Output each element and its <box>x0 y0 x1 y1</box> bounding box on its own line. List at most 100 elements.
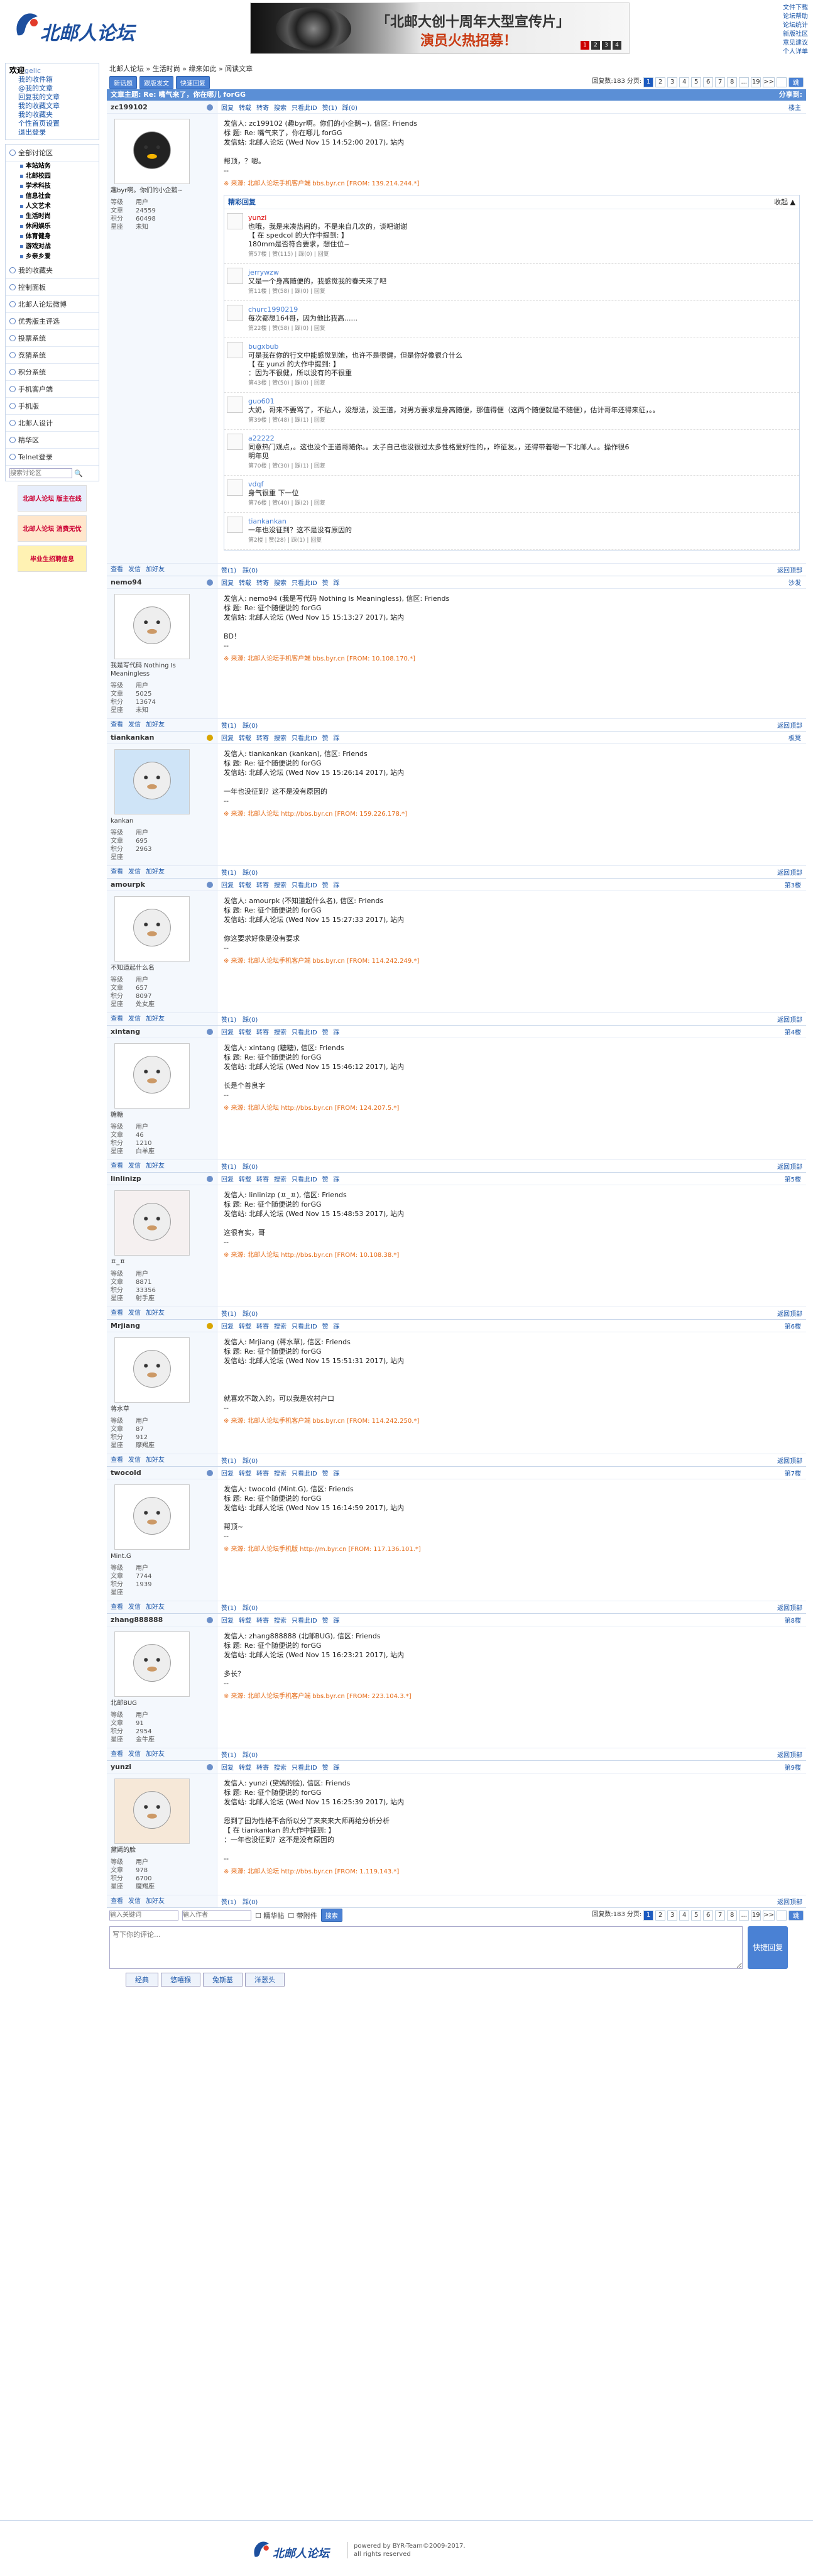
avatar[interactable] <box>114 594 190 659</box>
hot-reply-author[interactable]: yunzi <box>248 213 407 222</box>
post-action[interactable]: 转载 <box>239 1321 251 1330</box>
post-author-name[interactable]: twocold <box>111 1467 141 1479</box>
hot-reply-stats[interactable]: 第22楼 | 赞(58) | 踩(0) | 回复 <box>248 324 357 334</box>
checkbox-digest[interactable]: ☐ 精华帖 <box>255 1910 284 1921</box>
post-action[interactable]: 赞 <box>322 578 329 587</box>
author-link[interactable]: 查看 <box>111 1016 123 1022</box>
post-action[interactable]: 只看此ID <box>292 1468 317 1477</box>
post-author-name[interactable]: Mrjiang <box>111 1320 140 1332</box>
floor-label[interactable]: 楼主 <box>788 102 806 112</box>
post-source[interactable]: ※ 来源: 北邮人论坛手机客户端 bbs.byr.cn [FROM: 114.2… <box>224 1417 800 1426</box>
nav-section[interactable]: 积分系统 <box>6 364 99 381</box>
back-to-top-link[interactable]: 返回顶部 <box>777 1161 806 1171</box>
top-banner[interactable]: 「北邮大创十周年大型宣传片」 演员火热招募！ 1 2 3 4 <box>250 3 630 54</box>
post-action[interactable]: 踩 <box>334 1468 340 1477</box>
dislike-button[interactable]: 踩(0) <box>243 1603 258 1612</box>
dislike-button[interactable]: 踩(0) <box>243 565 258 574</box>
hot-reply-stats[interactable]: 第11楼 | 赞(58) | 踩(0) | 回复 <box>248 287 386 297</box>
back-to-top-link[interactable]: 返回顶部 <box>777 1014 806 1024</box>
post-action[interactable]: 踩 <box>334 880 340 889</box>
user-link[interactable]: 个性首页设置 <box>9 119 95 128</box>
post-author[interactable]: twocold <box>107 1467 217 1479</box>
author-link[interactable]: 发信 <box>128 1898 141 1905</box>
post-author-name[interactable]: zhang888888 <box>111 1614 163 1626</box>
hot-reply-avatar[interactable] <box>227 213 243 229</box>
search-icon[interactable]: 🔍 <box>74 469 83 478</box>
banner-dot[interactable]: 4 <box>613 41 621 50</box>
footer-logo[interactable]: 北邮人论坛 <box>251 2538 339 2563</box>
post-source[interactable]: ※ 来源: 北邮人论坛 http://bbs.byr.cn [FROM: 159… <box>224 809 800 819</box>
post-action[interactable]: 回复 <box>221 102 234 112</box>
author-link[interactable]: 加好友 <box>146 1898 165 1905</box>
post-action[interactable]: 转载 <box>239 1615 251 1625</box>
author-link[interactable]: 查看 <box>111 869 123 875</box>
author-link[interactable]: 发信 <box>128 566 141 573</box>
avatar[interactable] <box>114 749 190 814</box>
top-link[interactable]: 文件下载 <box>783 4 808 11</box>
author-link[interactable]: 发信 <box>128 869 141 875</box>
post-action[interactable]: 搜索 <box>274 1468 286 1477</box>
like-button[interactable]: 赞(1) <box>221 867 236 877</box>
post-action[interactable]: 搜索 <box>274 102 286 112</box>
author-link[interactable]: 加好友 <box>146 869 165 875</box>
hot-reply-stats[interactable]: 第76楼 | 赞(40) | 踩(2) | 回复 <box>248 499 325 508</box>
avatar[interactable] <box>114 1043 190 1109</box>
hot-reply-stats[interactable]: 第70楼 | 赞(30) | 踩(1) | 回复 <box>248 462 630 471</box>
post-action[interactable]: 只看此ID <box>292 880 317 889</box>
post-action[interactable]: 赞 <box>322 733 329 742</box>
post-author-name[interactable]: yunzi <box>111 1761 131 1773</box>
nav-section[interactable]: 北邮人设计 <box>6 415 99 432</box>
hot-reply-avatar[interactable] <box>227 268 243 284</box>
toolbar-button[interactable]: 跟版发文 <box>139 75 173 89</box>
author-link[interactable]: 加好友 <box>146 1016 165 1022</box>
post-action[interactable]: 回复 <box>221 1027 234 1036</box>
back-to-top-link[interactable]: 返回顶部 <box>777 565 806 574</box>
nav-subitem[interactable]: 生活时尚 <box>6 212 99 222</box>
post-action[interactable]: 赞 <box>322 1468 329 1477</box>
hot-reply-avatar[interactable] <box>227 517 243 533</box>
author-link[interactable]: 查看 <box>111 1310 123 1317</box>
post-author[interactable]: zhang888888 <box>107 1614 217 1626</box>
post-action[interactable]: 回复 <box>221 733 234 742</box>
author-link[interactable]: 加好友 <box>146 1751 165 1758</box>
emotion-tab[interactable]: 悠嘻猴 <box>161 1973 200 1987</box>
author-link[interactable]: 发信 <box>128 1016 141 1022</box>
author-link[interactable]: 发信 <box>128 1457 141 1464</box>
nav-section[interactable]: 优秀版主评选 <box>6 313 99 330</box>
nav-subitem[interactable]: 乡亲乡爱 <box>6 252 99 262</box>
nav-section[interactable]: 手机客户端 <box>6 381 99 398</box>
nav-section[interactable]: 竞猜系统 <box>6 347 99 364</box>
author-link[interactable]: 查看 <box>111 566 123 573</box>
toolbar-button[interactable]: 新话题 <box>109 75 137 89</box>
post-action[interactable]: 搜索 <box>274 1762 286 1772</box>
search-button[interactable]: 搜索 <box>320 1909 342 1922</box>
hot-reply-stats[interactable]: 第57楼 | 赞(115) | 踩(0) | 回复 <box>248 250 407 260</box>
hot-reply-stats[interactable]: 第43楼 | 赞(50) | 踩(0) | 回复 <box>248 379 462 388</box>
page-link[interactable]: ... <box>739 77 750 87</box>
reply-textarea[interactable] <box>109 1926 743 1969</box>
page-link[interactable]: 6 <box>703 77 714 87</box>
nav-section[interactable]: 手机版 <box>6 398 99 415</box>
floor-label[interactable]: 第7楼 <box>785 1468 806 1477</box>
post-action[interactable]: 踩 <box>334 1615 340 1625</box>
like-button[interactable]: 赞(1) <box>221 1308 236 1318</box>
dislike-button[interactable]: 踩(0) <box>243 1897 258 1906</box>
post-action[interactable]: 只看此ID <box>292 1615 317 1625</box>
post-action[interactable]: 只看此ID <box>292 733 317 742</box>
author-link[interactable]: 查看 <box>111 1751 123 1758</box>
back-to-top-link[interactable]: 返回顶部 <box>777 867 806 877</box>
avatar[interactable] <box>114 1337 190 1403</box>
post-action[interactable]: 搜索 <box>274 733 286 742</box>
author-link[interactable]: 加好友 <box>146 1604 165 1611</box>
dislike-button[interactable]: 踩(0) <box>243 1161 258 1171</box>
nav-section[interactable]: 我的收藏夹 <box>6 262 99 279</box>
post-action[interactable]: 赞 <box>322 1321 329 1330</box>
page-go-button[interactable]: 跳 <box>788 1910 804 1921</box>
avatar[interactable] <box>114 1779 190 1844</box>
page-link[interactable]: >> <box>763 77 775 87</box>
nav-section[interactable]: 精华区 <box>6 432 99 449</box>
hot-reply-author[interactable]: a22222 <box>248 434 630 443</box>
author-link[interactable]: 发信 <box>128 1604 141 1611</box>
post-action[interactable]: 只看此ID <box>292 1027 317 1036</box>
banner-dot[interactable]: 1 <box>581 41 589 50</box>
